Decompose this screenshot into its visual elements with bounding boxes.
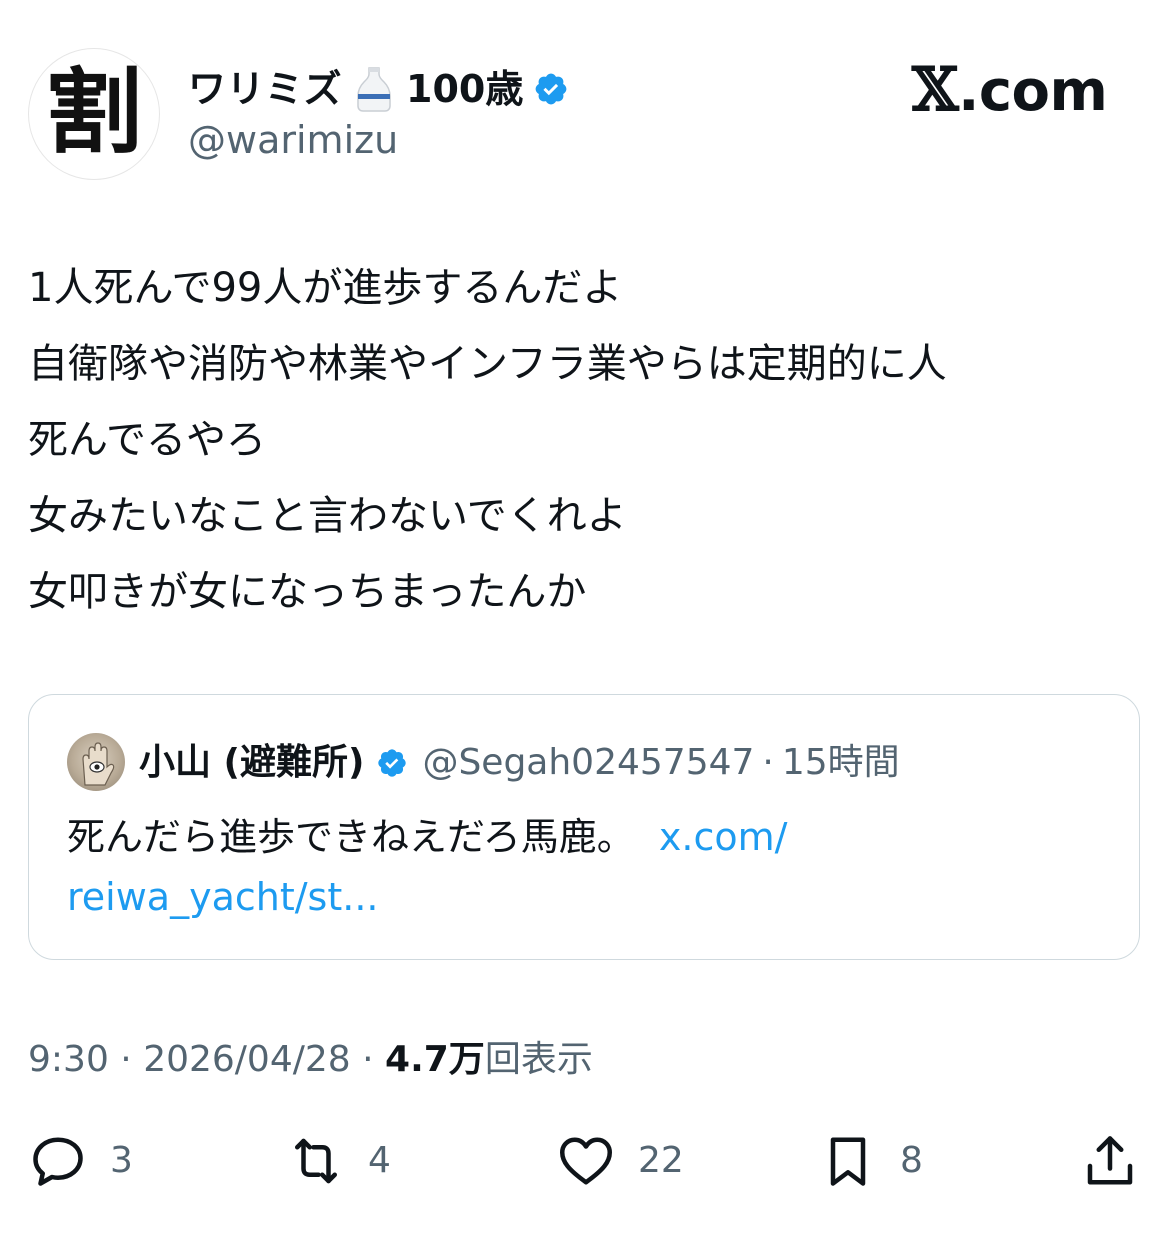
verified-badge-icon	[378, 749, 407, 777]
reply-button[interactable]: 3	[28, 1128, 133, 1194]
meta-separator: ·	[108, 1039, 144, 1080]
x-logo-icon: 𝕏	[912, 55, 959, 125]
quoted-separator: ·	[762, 742, 774, 783]
avatar-calligraphy: 割	[45, 58, 143, 166]
tweet-line: 1人死んで99人が進歩するんだよ	[28, 265, 623, 311]
author-avatar[interactable]: 割	[28, 48, 160, 180]
meta-separator: ·	[350, 1039, 386, 1080]
quoted-tweet-card[interactable]: 小山 (避難所) @Segah02457547 · 15時間 死んだら進歩できね…	[28, 694, 1140, 960]
bookmark-button[interactable]: 8	[818, 1128, 923, 1194]
quoted-text: 死んだら進歩できねえだろ馬鹿。 x.com/ reiwa_yacht/st...	[67, 807, 1107, 927]
repost-icon	[295, 1138, 337, 1184]
quoted-link-continued[interactable]: reiwa_yacht/st...	[67, 875, 378, 919]
tweet-time[interactable]: 9:30	[28, 1039, 109, 1080]
heart-icon	[560, 1137, 612, 1185]
bookmark-count: 8	[900, 1140, 923, 1181]
site-logo-label: 𝕏.com	[912, 54, 1108, 126]
like-button[interactable]: 22	[556, 1128, 684, 1194]
author-handle[interactable]: @warimizu	[188, 118, 398, 164]
tweet-line: 自衛隊や消防や林業やインフラ業やらは定期的に人	[28, 341, 947, 387]
like-count: 22	[638, 1140, 684, 1181]
hand-eye-avatar-icon	[82, 742, 115, 786]
author-display-name[interactable]: ワリミズ	[188, 70, 342, 108]
views-label: 回表示	[484, 1039, 593, 1080]
quoted-author-handle[interactable]: @Segah02457547	[422, 745, 754, 781]
author-name-row: ワリミズ 100歳	[188, 62, 569, 116]
quoted-body: 死んだら進歩できねえだろ馬鹿。	[67, 815, 635, 859]
quoted-link[interactable]: x.com/	[659, 815, 788, 859]
bookmark-icon	[830, 1137, 866, 1186]
reply-count: 3	[110, 1140, 133, 1181]
share-button[interactable]	[1080, 1128, 1140, 1194]
quoted-author-name[interactable]: 小山 (避難所)	[139, 745, 364, 781]
author-age-label: 100歳	[406, 67, 524, 111]
repost-button[interactable]: 4	[286, 1128, 391, 1194]
sake-bottle-icon	[357, 67, 391, 112]
share-icon	[1087, 1136, 1133, 1185]
verified-badge-icon	[535, 73, 567, 105]
tweet-date[interactable]: 2026/04/28	[143, 1039, 351, 1080]
quoted-timestamp[interactable]: 15時間	[782, 745, 900, 781]
quoted-author-avatar[interactable]	[67, 733, 125, 791]
tweet-line: 女叩きが女になっちまったんか	[28, 569, 587, 615]
quoted-header: 小山 (避難所) @Segah02457547 · 15時間	[139, 739, 900, 787]
site-domain: .com	[958, 59, 1108, 124]
tweet-meta: 9:30 · 2026/04/28 · 4.7万回表示	[28, 1034, 593, 1086]
tweet-line: 女みたいなこと言わないでくれよ	[28, 493, 627, 539]
tweet-text: 1人死んで99人が進歩するんだよ 自衛隊や消防や林業やインフラ業やらは定期的に人…	[28, 250, 1138, 630]
tweet-line: 死んでるやろ	[28, 417, 266, 463]
views-count: 4.7万	[385, 1039, 485, 1080]
reply-icon	[33, 1137, 83, 1186]
repost-count: 4	[368, 1140, 391, 1181]
